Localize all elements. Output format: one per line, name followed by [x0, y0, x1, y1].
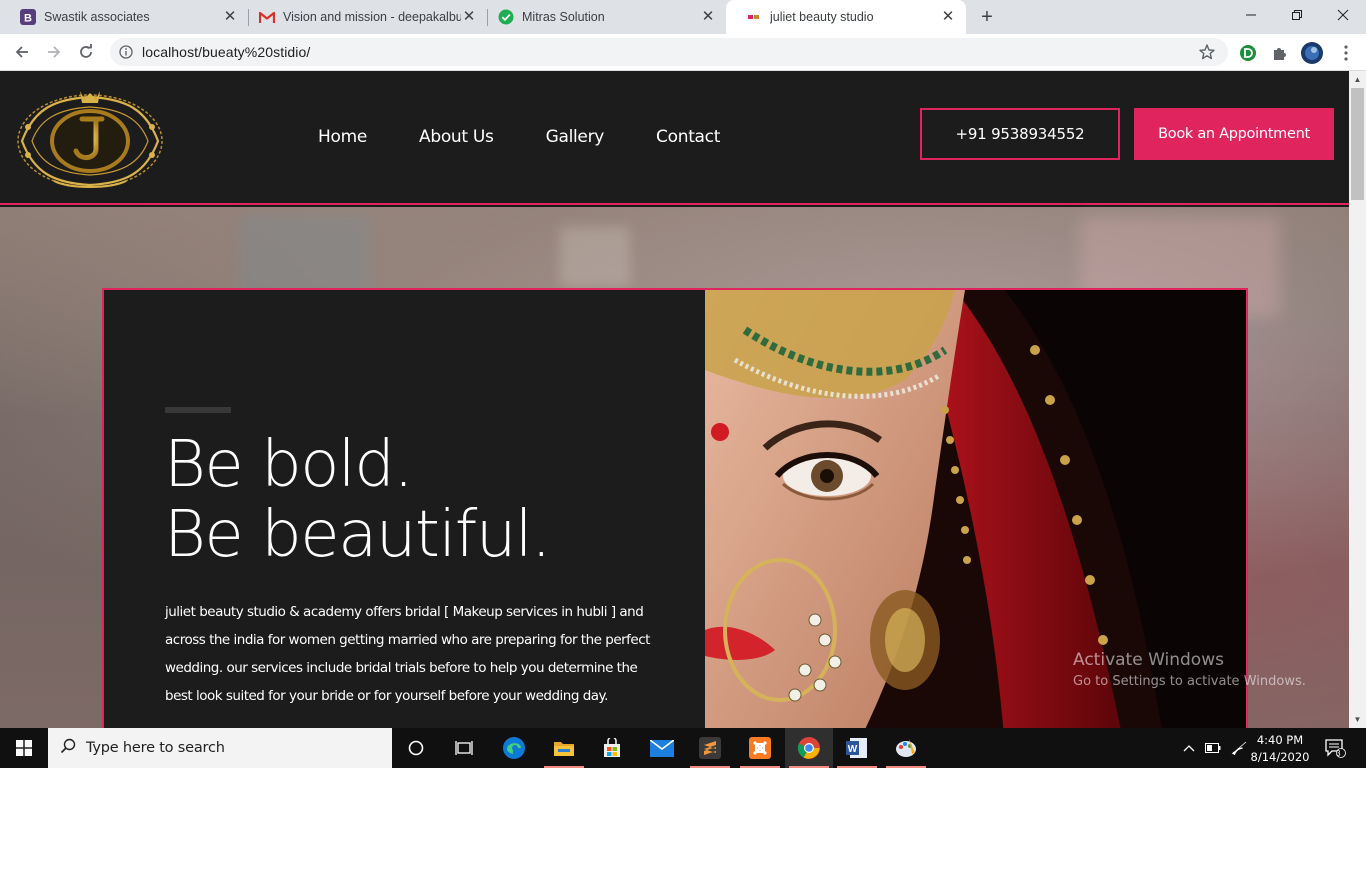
nav-gallery[interactable]: Gallery — [546, 127, 605, 147]
accent-bar — [165, 407, 231, 413]
activate-windows-watermark: Activate Windows Go to Settings to activ… — [1073, 650, 1306, 689]
xampp-icon[interactable] — [736, 728, 784, 768]
profile-avatar[interactable] — [1300, 41, 1324, 65]
taskbar-clock[interactable]: 4:40 PM 8/14/2020 — [1246, 732, 1314, 766]
tab-title: Swastik associates — [44, 10, 150, 24]
phone-button[interactable]: +91 9538934552 — [920, 108, 1120, 160]
tab-title: Mitras Solution — [522, 10, 605, 24]
search-icon — [60, 738, 76, 759]
paint-icon[interactable] — [882, 728, 930, 768]
running-indicator — [544, 766, 584, 768]
new-tab-button[interactable]: + — [976, 6, 998, 28]
reload-icon[interactable] — [74, 40, 98, 64]
tab-swastik-associates[interactable]: B Swastik associates ✕ — [0, 0, 248, 34]
clock-time: 4:40 PM — [1256, 733, 1304, 747]
restore-window-icon[interactable] — [1274, 0, 1320, 30]
back-arrow-icon[interactable] — [10, 40, 34, 64]
forward-arrow-icon[interactable] — [42, 40, 66, 64]
running-indicator — [740, 766, 780, 768]
notifications-icon[interactable]: 3 — [1320, 728, 1350, 768]
hero-title-line-1: Be bold. — [164, 428, 414, 502]
hero-title-line-2: Be beautiful. — [164, 498, 552, 572]
tab-juliet-beauty-studio[interactable]: juliet beauty studio ✕ — [726, 0, 966, 34]
windows-taskbar: Type here to search W 4:40 PM 8/14/2020 … — [0, 728, 1366, 768]
gmail-icon — [259, 9, 275, 25]
chrome-icon[interactable] — [785, 728, 833, 768]
site-header: Home About Us Gallery Contact +91 953893… — [0, 71, 1349, 205]
close-tab-icon[interactable]: ✕ — [222, 9, 238, 25]
browser-menu-icon[interactable] — [1336, 43, 1356, 63]
info-icon[interactable] — [119, 45, 133, 59]
nav-home[interactable]: Home — [318, 127, 367, 147]
browser-toolbar: localhost/bueaty%20stidio/ — [0, 34, 1366, 71]
cortana-icon[interactable] — [392, 728, 440, 768]
extension-d-icon[interactable] — [1238, 43, 1258, 63]
search-placeholder: Type here to search — [86, 740, 225, 756]
microsoft-store-icon[interactable] — [588, 728, 636, 768]
page-scrollbar[interactable]: ▲ ▼ — [1349, 71, 1366, 728]
close-tab-icon[interactable]: ✕ — [700, 9, 716, 25]
watermark-title: Activate Windows — [1073, 650, 1224, 670]
mail-icon[interactable] — [638, 728, 686, 768]
minimize-window-icon[interactable] — [1228, 0, 1274, 30]
extensions-puzzle-icon[interactable] — [1270, 43, 1290, 63]
notification-count: 3 — [1336, 749, 1341, 758]
word-icon[interactable]: W — [833, 728, 881, 768]
tab-mitras-solution[interactable]: Mitras Solution ✕ — [478, 0, 726, 34]
hero-title: Be bold. Be beautiful. — [164, 428, 552, 572]
running-indicator — [886, 766, 926, 768]
address-bar[interactable]: localhost/bueaty%20stidio/ — [110, 38, 1228, 66]
sublime-text-icon[interactable] — [686, 728, 734, 768]
file-explorer-icon[interactable] — [540, 728, 588, 768]
check-circle-icon — [498, 9, 514, 25]
site-favicon — [746, 9, 762, 25]
running-indicator — [837, 766, 877, 768]
clock-date: 8/14/2020 — [1250, 750, 1310, 764]
scroll-up-icon[interactable]: ▲ — [1349, 71, 1366, 88]
tab-title: juliet beauty studio — [770, 10, 874, 24]
browser-tab-strip: B Swastik associates ✕ Vision and missio… — [0, 0, 1366, 34]
bootstrap-icon: B — [20, 9, 36, 25]
close-tab-icon[interactable]: ✕ — [940, 9, 956, 25]
bookmark-star-icon[interactable] — [1198, 43, 1216, 61]
show-hidden-icons-icon[interactable] — [1180, 728, 1198, 768]
nav-contact[interactable]: Contact — [656, 127, 720, 147]
close-tab-icon[interactable]: ✕ — [461, 9, 477, 25]
main-navigation: Home About Us Gallery Contact — [318, 127, 772, 147]
taskbar-search-box[interactable]: Type here to search — [48, 728, 392, 768]
tab-title: Vision and mission - deepakalbur — [283, 10, 461, 24]
hero-description: juliet beauty studio & academy offers br… — [165, 604, 650, 704]
tab-vision-mission[interactable]: Vision and mission - deepakalbur ✕ — [239, 0, 487, 34]
nav-about-us[interactable]: About Us — [419, 127, 494, 147]
windows-start-icon[interactable] — [0, 728, 48, 768]
web-page-viewport: Home About Us Gallery Contact +91 953893… — [0, 71, 1349, 728]
svg-text:B: B — [24, 13, 32, 25]
svg-text:W: W — [848, 744, 858, 755]
url-text: localhost/bueaty%20stidio/ — [142, 44, 311, 60]
desktop-screen: B Swastik associates ✕ Vision and missio… — [0, 0, 1366, 768]
edge-browser-icon[interactable] — [490, 728, 538, 768]
task-view-icon[interactable] — [440, 728, 488, 768]
running-indicator — [690, 766, 730, 768]
studio-logo[interactable] — [14, 89, 166, 191]
close-window-icon[interactable] — [1320, 0, 1366, 30]
scrollbar-thumb[interactable] — [1351, 88, 1364, 200]
watermark-subtitle: Go to Settings to activate Windows. — [1073, 674, 1306, 689]
battery-icon[interactable] — [1202, 728, 1224, 768]
running-indicator — [789, 766, 829, 768]
scroll-down-icon[interactable]: ▼ — [1349, 711, 1366, 728]
book-appointment-button[interactable]: Book an Appointment — [1134, 108, 1334, 160]
